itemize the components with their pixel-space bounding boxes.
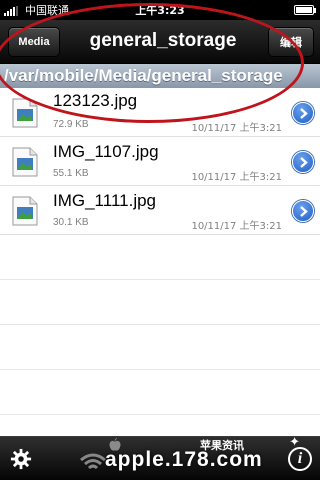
page-title: general_storage	[89, 30, 237, 51]
settings-icon[interactable]	[8, 446, 34, 472]
image-file-icon	[12, 196, 38, 226]
star-icon: ✦	[289, 434, 300, 449]
status-bar: 中国联通 上午3:23	[0, 0, 320, 20]
back-button[interactable]: Media	[8, 27, 60, 57]
image-file-icon	[12, 98, 38, 128]
path-header: /var/mobile/Media/general_storage	[0, 64, 320, 88]
file-size: 72.9 KB	[53, 119, 89, 130]
empty-row	[0, 280, 320, 325]
disclosure-icon[interactable]	[292, 200, 314, 222]
file-size: 30.1 KB	[53, 217, 89, 228]
wifi-icon[interactable]	[78, 451, 108, 473]
navigation-bar: Media general_storage 编辑	[0, 20, 320, 64]
watermark-site: apple.178.com	[105, 448, 263, 471]
file-date: 10/11/17 上午3:21	[191, 221, 282, 232]
battery-icon	[294, 5, 316, 15]
info-icon[interactable]: i	[288, 447, 312, 471]
file-name: IMG_1111.jpg	[53, 191, 157, 210]
file-date: 10/11/17 上午3:21	[191, 172, 282, 183]
file-name: IMG_1107.jpg	[53, 142, 159, 161]
file-row[interactable]: 123123.jpg 72.9 KB 10/11/17 上午3:21	[0, 88, 320, 137]
file-list: 123123.jpg 72.9 KB 10/11/17 上午3:21 IMG_1…	[0, 88, 320, 460]
file-row[interactable]: IMG_1107.jpg 55.1 KB 10/11/17 上午3:21	[0, 137, 320, 186]
disclosure-icon[interactable]	[292, 151, 314, 173]
edit-button[interactable]: 编辑	[268, 27, 314, 57]
empty-row	[0, 235, 320, 280]
image-file-icon	[12, 147, 38, 177]
disclosure-icon[interactable]	[292, 102, 314, 124]
empty-row	[0, 325, 320, 370]
file-date: 10/11/17 上午3:21	[191, 123, 282, 134]
status-time: 上午3:23	[135, 4, 185, 17]
file-row[interactable]: IMG_1111.jpg 30.1 KB 10/11/17 上午3:21	[0, 186, 320, 235]
empty-row	[0, 370, 320, 415]
file-name: 123123.jpg	[53, 91, 138, 110]
file-size: 55.1 KB	[53, 168, 89, 179]
